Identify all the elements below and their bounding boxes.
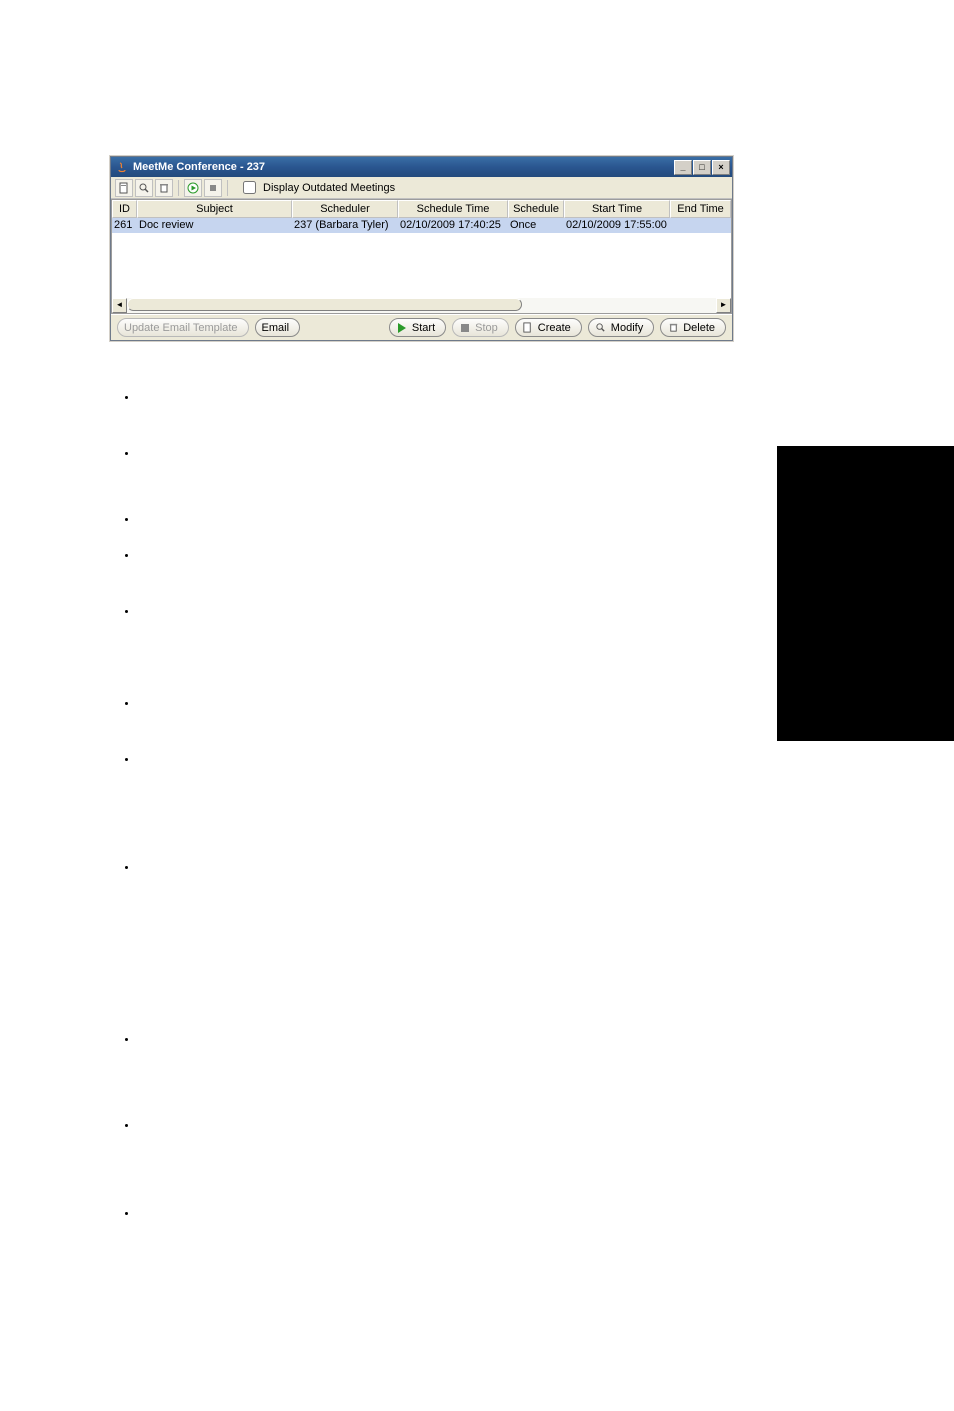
update-email-template-button: Update Email Template	[117, 318, 249, 337]
window-controls: _ □ ×	[674, 160, 730, 175]
list-item	[138, 448, 146, 456]
start-button[interactable]: Start	[389, 318, 446, 337]
toolbar-separator	[178, 180, 179, 196]
table-header: ID Subject Scheduler Schedule Time Sched…	[112, 200, 731, 218]
toolbar-stop-icon[interactable]	[204, 179, 222, 197]
col-header-subject[interactable]: Subject	[137, 200, 292, 218]
scroll-thumb[interactable]	[127, 298, 522, 311]
col-header-scheduler[interactable]: Scheduler	[292, 200, 398, 218]
footer-bar: Update Email Template Email Start Stop C…	[111, 314, 732, 340]
list-item	[138, 550, 146, 558]
col-header-start-time[interactable]: Start Time	[564, 200, 670, 218]
cell-end-time	[670, 218, 731, 233]
display-outdated-label: Display Outdated Meetings	[263, 182, 395, 194]
play-icon	[396, 322, 408, 334]
table-body: 261 Doc review 237 (Barbara Tyler) 02/10…	[112, 218, 731, 298]
stop-icon	[459, 322, 471, 334]
cell-schedule: Once	[508, 218, 564, 233]
toolbar-create-icon[interactable]	[115, 179, 133, 197]
toolbar-separator	[227, 180, 228, 196]
col-header-id[interactable]: ID	[112, 200, 137, 218]
titlebar[interactable]: MeetMe Conference - 237 _ □ ×	[111, 157, 732, 177]
cell-id: 261	[112, 218, 137, 233]
scroll-left-button[interactable]: ◄	[112, 298, 127, 313]
horizontal-scrollbar[interactable]: ◄ ►	[112, 298, 731, 313]
scroll-right-button[interactable]: ►	[716, 298, 731, 313]
create-icon	[522, 322, 534, 334]
cell-start-time: 02/10/2009 17:55:00	[564, 218, 670, 233]
modify-button[interactable]: Modify	[588, 318, 654, 337]
display-outdated-checkbox[interactable]	[243, 181, 256, 194]
window-title: MeetMe Conference - 237	[133, 161, 674, 173]
list-item	[138, 514, 146, 522]
cell-schedule-time: 02/10/2009 17:40:25	[398, 218, 508, 233]
maximize-button[interactable]: □	[693, 160, 711, 175]
bullet-list	[120, 392, 146, 1244]
minimize-button[interactable]: _	[674, 160, 692, 175]
create-button[interactable]: Create	[515, 318, 582, 337]
list-item	[138, 392, 146, 400]
list-item	[138, 754, 146, 762]
col-header-schedule-time[interactable]: Schedule Time	[398, 200, 508, 218]
delete-button[interactable]: Delete	[660, 318, 726, 337]
list-item	[138, 862, 146, 870]
list-item	[138, 1208, 146, 1216]
col-header-end-time[interactable]: End Time	[670, 200, 731, 218]
meetme-conference-window: MeetMe Conference - 237 _ □ × Display Ou…	[110, 156, 733, 341]
email-button[interactable]: Email	[255, 318, 301, 337]
close-button[interactable]: ×	[712, 160, 730, 175]
list-item	[138, 1120, 146, 1128]
delete-icon	[667, 322, 679, 334]
stop-button: Stop	[452, 318, 509, 337]
list-item	[138, 1034, 146, 1042]
modify-icon	[595, 322, 607, 334]
cell-scheduler: 237 (Barbara Tyler)	[292, 218, 398, 233]
toolbar-start-icon[interactable]	[184, 179, 202, 197]
toolbar: Display Outdated Meetings	[111, 177, 732, 199]
toolbar-delete-icon[interactable]	[155, 179, 173, 197]
toolbar-modify-icon[interactable]	[135, 179, 153, 197]
list-item	[138, 698, 146, 706]
col-header-schedule[interactable]: Schedule	[508, 200, 564, 218]
list-item	[138, 606, 146, 614]
table-row[interactable]: 261 Doc review 237 (Barbara Tyler) 02/10…	[112, 218, 731, 233]
cell-subject: Doc review	[137, 218, 292, 233]
display-outdated-checkbox-wrap[interactable]: Display Outdated Meetings	[239, 178, 395, 197]
scroll-track[interactable]	[127, 298, 716, 313]
java-icon	[115, 160, 129, 174]
black-block	[777, 446, 954, 741]
meetings-table: ID Subject Scheduler Schedule Time Sched…	[111, 199, 732, 314]
